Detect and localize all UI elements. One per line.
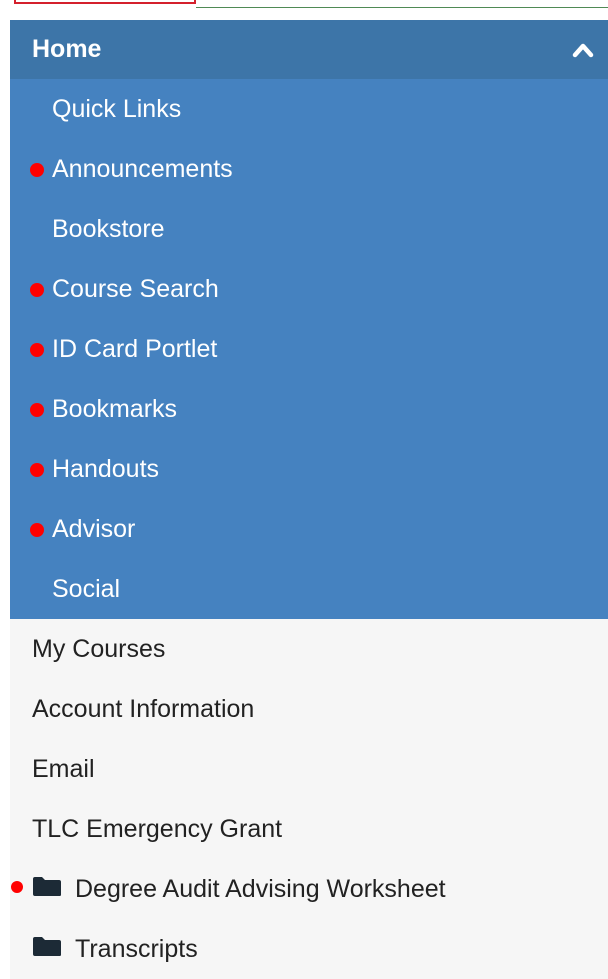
main-menu-list: My Courses Account Information Email TLC… (10, 619, 608, 979)
red-outline-box (14, 0, 196, 4)
menu-item-label: Account Information (32, 694, 255, 723)
chevron-up-icon[interactable] (572, 39, 594, 61)
menu-item-account-information[interactable]: Account Information (10, 679, 608, 739)
folder-icon (32, 935, 62, 964)
notification-dot-icon (30, 523, 44, 537)
notification-dot-icon (30, 403, 44, 417)
menu-item-label: Email (32, 754, 95, 783)
submenu-item-label: ID Card Portlet (52, 334, 218, 363)
submenu-item-label: Bookstore (52, 214, 165, 243)
top-border (0, 0, 608, 20)
submenu-item-advisor[interactable]: Advisor (10, 499, 608, 559)
home-label: Home (32, 35, 102, 63)
submenu-item-bookstore[interactable]: Bookstore (10, 199, 608, 259)
notification-dot-icon (30, 463, 44, 477)
submenu-item-label: Handouts (52, 454, 160, 483)
submenu-item-id-card-portlet[interactable]: ID Card Portlet (10, 319, 608, 379)
submenu-item-label: Announcements (52, 154, 233, 183)
notification-dot-icon (30, 343, 44, 357)
home-submenu: Quick Links Announcements Bookstore Cour… (10, 79, 608, 619)
submenu-item-course-search[interactable]: Course Search (10, 259, 608, 319)
submenu-item-label: Quick Links (52, 94, 182, 123)
menu-item-degree-audit-advising-worksheet[interactable]: Degree Audit Advising Worksheet (10, 859, 608, 919)
green-divider (196, 7, 608, 8)
submenu-item-label: Course Search (52, 274, 219, 303)
menu-item-label: Transcripts (75, 934, 198, 963)
submenu-item-social[interactable]: Social (10, 559, 608, 619)
notification-dot-icon (11, 881, 23, 893)
menu-item-tlc-emergency-grant[interactable]: TLC Emergency Grant (10, 799, 608, 859)
submenu-item-label: Advisor (52, 514, 136, 543)
home-menu-header[interactable]: Home (10, 20, 608, 79)
menu-item-label: My Courses (32, 634, 166, 663)
menu-item-label: Degree Audit Advising Worksheet (75, 874, 446, 903)
submenu-item-label: Bookmarks (52, 394, 178, 423)
submenu-item-label: Social (52, 574, 121, 603)
notification-dot-icon (30, 163, 44, 177)
submenu-item-bookmarks[interactable]: Bookmarks (10, 379, 608, 439)
submenu-item-quick-links[interactable]: Quick Links (10, 79, 608, 139)
folder-icon (32, 875, 62, 904)
menu-item-my-courses[interactable]: My Courses (10, 619, 608, 679)
notification-dot-icon (30, 283, 44, 297)
menu-item-label: TLC Emergency Grant (32, 814, 283, 843)
submenu-item-handouts[interactable]: Handouts (10, 439, 608, 499)
navigation-menu: Home Quick Links Announcements Bookstore… (10, 20, 608, 979)
submenu-item-announcements[interactable]: Announcements (10, 139, 608, 199)
menu-item-email[interactable]: Email (10, 739, 608, 799)
menu-item-transcripts[interactable]: Transcripts (10, 919, 608, 979)
